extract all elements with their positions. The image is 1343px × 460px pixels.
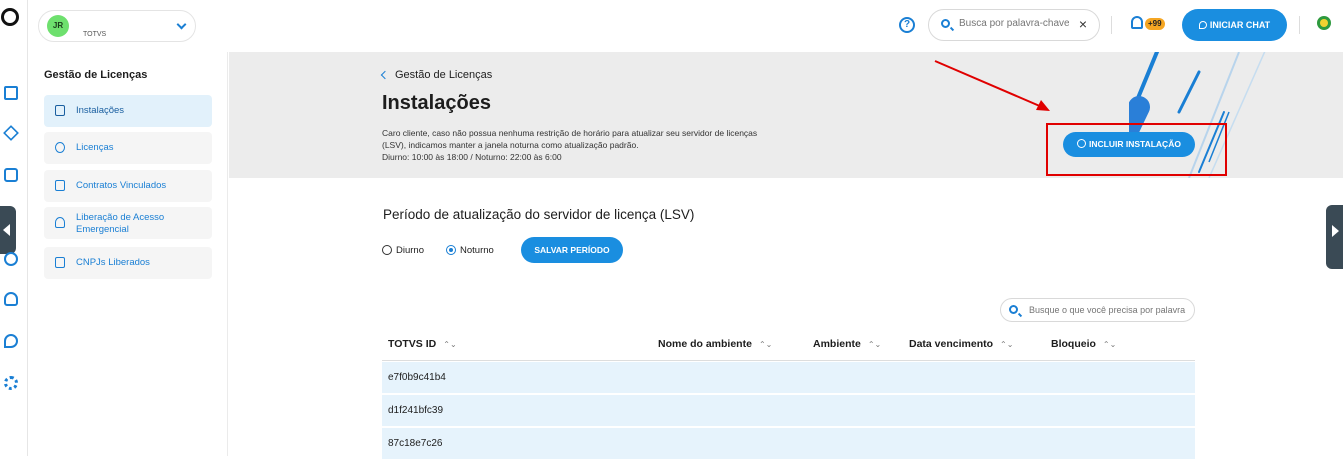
left-rail [0, 0, 28, 456]
column-label: Bloqueio [1051, 338, 1096, 350]
chat-icon [1198, 21, 1207, 29]
notification-badge: +99 [1145, 18, 1165, 30]
annotation-arrow [934, 60, 1050, 111]
period-title: Período de atualização do servidor de li… [383, 207, 695, 222]
search-icon [1009, 305, 1018, 314]
column-label: Data vencimento [909, 338, 994, 350]
sidebar-item-instalacoes[interactable]: Instalações [44, 95, 212, 127]
table-header-divider [382, 360, 1195, 361]
breadcrumb-back-link[interactable]: Gestão de Licenças [382, 69, 492, 81]
page-title: Instalações [382, 92, 491, 114]
sidebar: Gestão de Licenças Instalações Licenças … [28, 52, 228, 456]
sort-icon: ⌃⌄ [443, 340, 457, 349]
highlight-box [1046, 123, 1227, 176]
expand-right-handle[interactable] [1326, 205, 1343, 269]
global-search[interactable]: × [928, 9, 1100, 41]
radio-diurno[interactable]: Diurno [382, 245, 424, 256]
start-chat-label: INICIAR CHAT [1209, 20, 1271, 30]
sidebar-item-liberacao[interactable]: Liberação de Acesso Emergencial [44, 207, 212, 239]
column-header-nome-ambiente[interactable]: Nome do ambiente ⌃⌄ [658, 338, 772, 350]
column-header-data-vencimento[interactable]: Data vencimento ⌃⌄ [909, 338, 1013, 350]
briefcase-icon[interactable] [4, 168, 18, 182]
radio-label: Diurno [396, 245, 424, 256]
radio-dot [382, 245, 392, 255]
organization-name: TOTVS [83, 31, 107, 38]
table-row[interactable]: e7f0b9c41b4 [382, 362, 1195, 394]
installation-icon [55, 105, 65, 116]
schedule-text: Diurno: 10:00 às 18:00 / Noturno: 22:00 … [382, 152, 562, 162]
close-icon[interactable]: × [1079, 17, 1087, 31]
column-label: TOTVS ID [388, 338, 437, 350]
table-row[interactable]: 87c18e7c26 [382, 428, 1195, 460]
chat-bubble-icon[interactable] [4, 334, 18, 348]
sidebar-item-label: CNPJs Liberados [76, 257, 150, 268]
sidebar-item-cnpjs[interactable]: CNPJs Liberados [44, 247, 212, 279]
radio-noturno[interactable]: Noturno [446, 245, 494, 256]
sidebar-item-label: Licenças [76, 142, 114, 153]
sort-icon: ⌃⌄ [1102, 340, 1117, 349]
radio-label: Noturno [460, 245, 494, 256]
collapse-left-handle[interactable] [0, 206, 16, 254]
settings-gear-icon[interactable] [4, 376, 18, 390]
breadcrumb: Gestão de Licenças [395, 69, 493, 81]
table-row[interactable]: d1f241bfc39 [382, 395, 1195, 427]
sort-icon: ⌃⌄ [1000, 340, 1014, 349]
sidebar-item-label: Liberação de Acesso Emergencial [76, 212, 165, 235]
global-search-input[interactable] [959, 18, 1069, 29]
totvs-id-cell: d1f241bfc39 [388, 405, 444, 416]
column-header-ambiente[interactable]: Ambiente ⌃⌄ [813, 338, 881, 350]
building-icon [55, 257, 65, 268]
sort-icon: ⌃⌄ [758, 340, 773, 349]
sidebar-item-contratos[interactable]: Contratos Vinculados [44, 170, 212, 202]
avatar: JR [47, 15, 69, 37]
help-icon[interactable]: ? [899, 17, 915, 33]
start-chat-button[interactable]: INICIAR CHAT [1182, 9, 1287, 41]
search-icon [941, 19, 950, 28]
layers-icon[interactable] [3, 125, 19, 141]
table-search[interactable] [1000, 298, 1195, 322]
chevron-down-icon [176, 19, 187, 30]
users-icon[interactable] [4, 292, 18, 306]
key-icon [55, 142, 65, 153]
column-header-bloqueio[interactable]: Bloqueio ⌃⌄ [1051, 338, 1116, 350]
organization-selector[interactable]: JR TOTVS [38, 10, 196, 42]
description-text: Caro cliente, caso não possua nenhuma re… [382, 128, 758, 150]
column-header-totvs-id[interactable]: TOTVS ID ⌃⌄ [388, 338, 457, 350]
brazil-flag-icon[interactable] [1317, 16, 1331, 30]
divider [1111, 16, 1112, 34]
sidebar-item-licencas[interactable]: Licenças [44, 132, 212, 164]
radio-dot [446, 245, 456, 255]
sidebar-title: Gestão de Licenças [44, 69, 148, 81]
help-circle-icon[interactable] [4, 252, 18, 266]
sort-icon: ⌃⌄ [867, 340, 882, 349]
divider [1299, 16, 1300, 34]
page-header: Gestão de Licenças Instalações Caro clie… [229, 52, 1343, 178]
page-description: Caro cliente, caso não possua nenhuma re… [382, 127, 782, 163]
table-search-input[interactable] [1029, 305, 1189, 315]
sidebar-item-label: Instalações [76, 105, 125, 116]
user-access-icon [55, 217, 65, 228]
save-period-label: SALVAR PERÍODO [534, 245, 610, 255]
sidebar-item-label: Contratos Vinculados [76, 180, 167, 191]
document-icon [55, 180, 65, 191]
dashboard-icon[interactable] [4, 86, 18, 100]
totvs-id-cell: 87c18e7c26 [388, 438, 443, 449]
totvs-logo-icon[interactable] [1, 8, 19, 26]
save-period-button[interactable]: SALVAR PERÍODO [521, 237, 623, 263]
bell-icon[interactable] [1131, 16, 1143, 29]
column-label: Ambiente [813, 338, 861, 350]
column-label: Nome do ambiente [658, 338, 752, 350]
totvs-id-cell: e7f0b9c41b4 [388, 372, 446, 383]
